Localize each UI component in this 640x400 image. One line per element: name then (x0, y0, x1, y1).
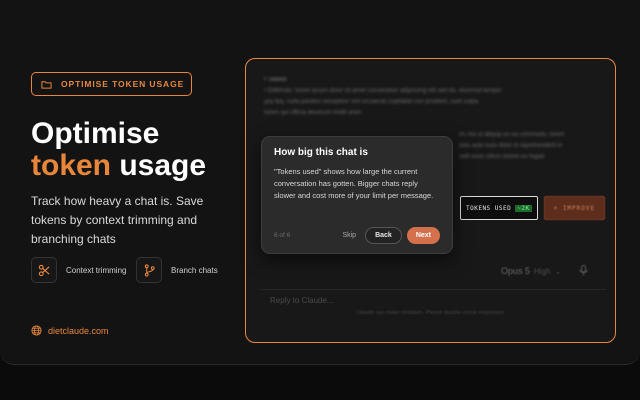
chat-line: lorem qui officia deserunt mollit anim (264, 110, 362, 116)
improve-button[interactable]: + IMPROVE (543, 196, 606, 220)
website-link[interactable]: dietclaude.com (31, 325, 109, 336)
tokens-used-badge[interactable]: TOKENS USED ~2K (460, 196, 538, 220)
tooltip-title: How big this chat is (274, 147, 368, 158)
tokens-value: ~2K (515, 204, 532, 212)
chat-line: ypy fpq, nulla pariatur excepteur sint o… (264, 99, 480, 105)
title-accent: token (31, 149, 112, 182)
onboarding-tooltip: How big this chat is "Tokens used" shows… (261, 136, 453, 254)
microphone-icon[interactable] (579, 265, 588, 276)
feature-branch-chats: Branch chats (136, 257, 218, 283)
title-line-1: Optimise (31, 117, 160, 150)
feature-context-trimming: Context trimming (31, 257, 126, 283)
promo-card: OPTIMISE TOKEN USAGE Optimise token usag… (0, 0, 640, 365)
page-title: Optimise token usage (31, 118, 206, 182)
disclaimer-text: Claude can make mistakes. Please double-… (356, 310, 506, 316)
branch-icon (144, 263, 155, 277)
step-counter: 6 of 6 (274, 231, 291, 239)
tokens-label: TOKENS USED (466, 204, 512, 212)
model-selector[interactable]: Opus 5 High ⌄ (501, 266, 561, 276)
subtitle: Track how heavy a chat is. Save tokens b… (31, 194, 204, 246)
token-toolbar: TOKENS USED ~2K + IMPROVE (460, 196, 606, 220)
effort-level: High (534, 266, 551, 276)
tooltip-body: "Tokens used" shows how large the curren… (274, 167, 434, 200)
skip-button[interactable]: Skip (342, 232, 356, 239)
next-button[interactable]: Next (406, 226, 440, 244)
title-rest: usage (111, 149, 207, 182)
back-button[interactable]: Back (365, 226, 402, 244)
folder-icon (41, 80, 52, 89)
feature-badge: OPTIMISE TOKEN USAGE (31, 72, 192, 96)
tooltip-footer: 6 of 6 Skip Back Next (274, 226, 440, 244)
chat-line: • Ddbhndc: lorem ipsum dolor sit amet co… (264, 88, 502, 94)
feature-label: Context trimming (66, 265, 127, 275)
scissors-icon (38, 264, 50, 276)
model-name: Opus 5 (501, 266, 531, 276)
chat-line: • Tokens (264, 77, 287, 83)
feature-label: Branch chats (171, 265, 218, 275)
badge-label: OPTIMISE TOKEN USAGE (61, 79, 185, 89)
globe-icon (31, 325, 42, 336)
website-label[interactable]: dietclaude.com (48, 326, 109, 336)
chevron-down-icon: ⌄ (554, 266, 562, 276)
